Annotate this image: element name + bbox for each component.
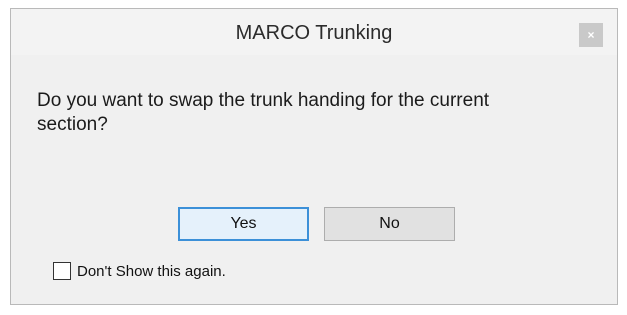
no-button[interactable]: No [324, 207, 455, 241]
close-button[interactable]: × [579, 23, 603, 47]
dont-show-again-option[interactable]: Don't Show this again. [53, 261, 226, 281]
dialog-message: Do you want to swap the trunk handing fo… [37, 90, 490, 135]
dont-show-again-label[interactable]: Don't Show this again. [77, 263, 226, 280]
title-bar[interactable]: MARCO Trunking × [11, 9, 617, 55]
yes-button[interactable]: Yes [178, 207, 309, 241]
dont-show-again-checkbox[interactable] [53, 262, 71, 280]
dialog-window: MARCO Trunking × Do you want to swap the… [10, 8, 618, 305]
close-icon: × [587, 28, 595, 42]
dialog-title: MARCO Trunking [235, 22, 393, 44]
